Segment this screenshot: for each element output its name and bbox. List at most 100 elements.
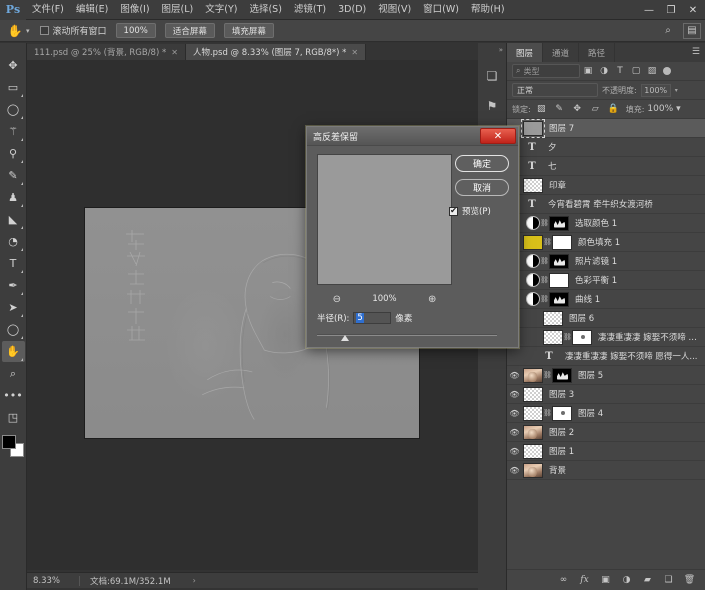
hand-tool[interactable]: ✋: [1, 341, 25, 362]
tab-paths[interactable]: 路径: [579, 43, 616, 62]
table-row[interactable]: T 七: [507, 157, 705, 176]
lock-transparent-icon[interactable]: ▨: [534, 102, 549, 117]
lock-all-icon[interactable]: 🔒: [606, 102, 621, 117]
layer-thumbnail[interactable]: [523, 367, 543, 383]
zoom-level[interactable]: 8.33%: [27, 576, 79, 586]
layer-visibility-toggle[interactable]: [507, 347, 522, 366]
minimize-icon[interactable]: —: [639, 2, 659, 18]
eyedropper-tool[interactable]: ⚲: [2, 143, 25, 164]
mask-link-icon[interactable]: ⛓: [563, 333, 572, 341]
table-row[interactable]: ⛓ 颜色填充 1: [507, 233, 705, 252]
layer-name[interactable]: 图层 3: [549, 388, 701, 400]
layer-visibility-toggle[interactable]: 👁: [507, 385, 522, 404]
close-icon[interactable]: ✕: [351, 48, 358, 57]
mask-link-icon[interactable]: ⛓: [540, 295, 549, 303]
layer-name[interactable]: 照片滤镜 1: [575, 255, 701, 267]
libraries-icon[interactable]: ❏: [480, 61, 504, 91]
table-row[interactable]: ⛓ 照片滤镜 1: [507, 252, 705, 271]
layer-thumbnail[interactable]: [523, 386, 543, 402]
table-row[interactable]: 图层 7: [507, 119, 705, 138]
menu-view[interactable]: 视图(V): [372, 0, 417, 20]
foreground-color-swatch[interactable]: [2, 435, 16, 449]
layer-thumbnail[interactable]: [523, 462, 543, 478]
layer-name[interactable]: 图层 7: [549, 122, 701, 134]
ellipse-tool[interactable]: ◯: [2, 319, 25, 340]
path-selection-tool[interactable]: ➤: [2, 297, 25, 318]
layer-mask-thumbnail[interactable]: [572, 329, 592, 345]
tab-channels[interactable]: 通道: [543, 43, 580, 62]
fill-spinner-icon[interactable]: ▾: [676, 104, 681, 114]
layer-thumbnail[interactable]: [523, 424, 543, 440]
radius-input[interactable]: 5: [353, 311, 392, 324]
filter-toggle-icon[interactable]: [663, 67, 671, 75]
layer-mask-icon[interactable]: ▣: [599, 574, 612, 587]
zoom-100-button[interactable]: 100%: [115, 23, 156, 38]
adjustment-filter-icon[interactable]: ◑: [596, 64, 612, 79]
search-icon[interactable]: ⌕: [659, 23, 677, 39]
panel-menu-icon[interactable]: ☰: [692, 48, 700, 57]
layer-name[interactable]: 图层 4: [578, 407, 701, 419]
radius-slider[interactable]: [317, 331, 497, 345]
layer-visibility-toggle[interactable]: 👁: [507, 366, 522, 385]
layer-mask-thumbnail[interactable]: [552, 405, 572, 421]
chevron-down-icon[interactable]: ▾: [26, 27, 30, 35]
fill-screen-button[interactable]: 填充屏幕: [223, 23, 274, 38]
new-layer-icon[interactable]: ❑: [662, 574, 675, 587]
layer-name[interactable]: 七: [548, 160, 701, 172]
mask-link-icon[interactable]: ⛓: [540, 276, 549, 284]
menu-type[interactable]: 文字(Y): [199, 0, 243, 20]
layer-name[interactable]: 印章: [549, 179, 701, 191]
layer-name[interactable]: 图层 6: [569, 312, 701, 324]
maximize-icon[interactable]: ❐: [661, 2, 681, 18]
layer-name[interactable]: 图层 5: [578, 369, 701, 381]
layer-thumbnail[interactable]: [526, 273, 540, 287]
layer-thumbnail[interactable]: [523, 177, 543, 193]
mask-link-icon[interactable]: ⛓: [540, 219, 549, 227]
layer-thumbnail[interactable]: [543, 329, 563, 345]
layer-name[interactable]: 图层 1: [549, 445, 701, 457]
color-swatches[interactable]: [2, 435, 24, 457]
menu-3d[interactable]: 3D(D): [332, 0, 372, 20]
menu-file[interactable]: 文件(F): [26, 0, 70, 20]
brush-tool[interactable]: ✎: [2, 165, 25, 186]
layer-mask-thumbnail[interactable]: [552, 234, 572, 250]
layer-thumbnail[interactable]: [543, 310, 563, 326]
document-tab-111[interactable]: 111.psd @ 25% (背景, RGB/8) * ✕: [27, 44, 186, 60]
layer-thumbnail[interactable]: [523, 443, 543, 459]
quick-mask-icon[interactable]: ◳: [2, 407, 25, 428]
eraser-tool[interactable]: ◣: [2, 209, 25, 230]
fill-value[interactable]: 100%: [647, 104, 673, 114]
filter-preview[interactable]: [317, 154, 452, 285]
layer-name[interactable]: 曲线 1: [575, 293, 701, 305]
clone-stamp-tool[interactable]: ♟: [2, 187, 25, 208]
menu-select[interactable]: 选择(S): [243, 0, 287, 20]
table-row[interactable]: 👁 图层 1: [507, 442, 705, 461]
layer-name[interactable]: 色彩平衡 1: [575, 274, 701, 286]
layer-visibility-toggle[interactable]: 👁: [507, 442, 522, 461]
blend-mode-select[interactable]: 正常: [512, 83, 598, 97]
table-row[interactable]: 👁 ⛓ 图层 5: [507, 366, 705, 385]
close-icon[interactable]: ✕: [683, 2, 703, 18]
layer-thumbnail[interactable]: [526, 216, 540, 230]
layer-thumbnail[interactable]: [523, 405, 543, 421]
menu-layer[interactable]: 图层(L): [156, 0, 200, 20]
workspace-icon[interactable]: ▤: [683, 22, 701, 39]
layer-visibility-toggle[interactable]: 👁: [507, 461, 522, 480]
layer-filter-kind-select[interactable]: ⌕ 类型: [512, 64, 580, 78]
scroll-all-windows-checkbox[interactable]: [39, 26, 49, 35]
layer-thumbnail[interactable]: [521, 119, 545, 138]
type-filter-icon[interactable]: T: [612, 64, 628, 79]
layer-thumbnail[interactable]: [526, 254, 540, 268]
table-row[interactable]: 👁 背景: [507, 461, 705, 480]
opacity-value[interactable]: 100%: [640, 83, 671, 97]
menu-edit[interactable]: 编辑(E): [70, 0, 114, 20]
table-row[interactable]: 图层 6: [507, 309, 705, 328]
delete-layer-icon[interactable]: 🗑: [683, 574, 696, 587]
layer-style-icon[interactable]: fx: [578, 574, 591, 587]
table-row[interactable]: T 凄凄重凄凄 嫁娶不须啼 愿得一人...: [507, 347, 705, 366]
layer-mask-thumbnail[interactable]: [549, 291, 569, 307]
link-layers-icon[interactable]: ∞: [557, 574, 570, 587]
layer-mask-thumbnail[interactable]: [549, 253, 569, 269]
new-group-icon[interactable]: ▰: [641, 574, 654, 587]
table-row[interactable]: 印章: [507, 176, 705, 195]
